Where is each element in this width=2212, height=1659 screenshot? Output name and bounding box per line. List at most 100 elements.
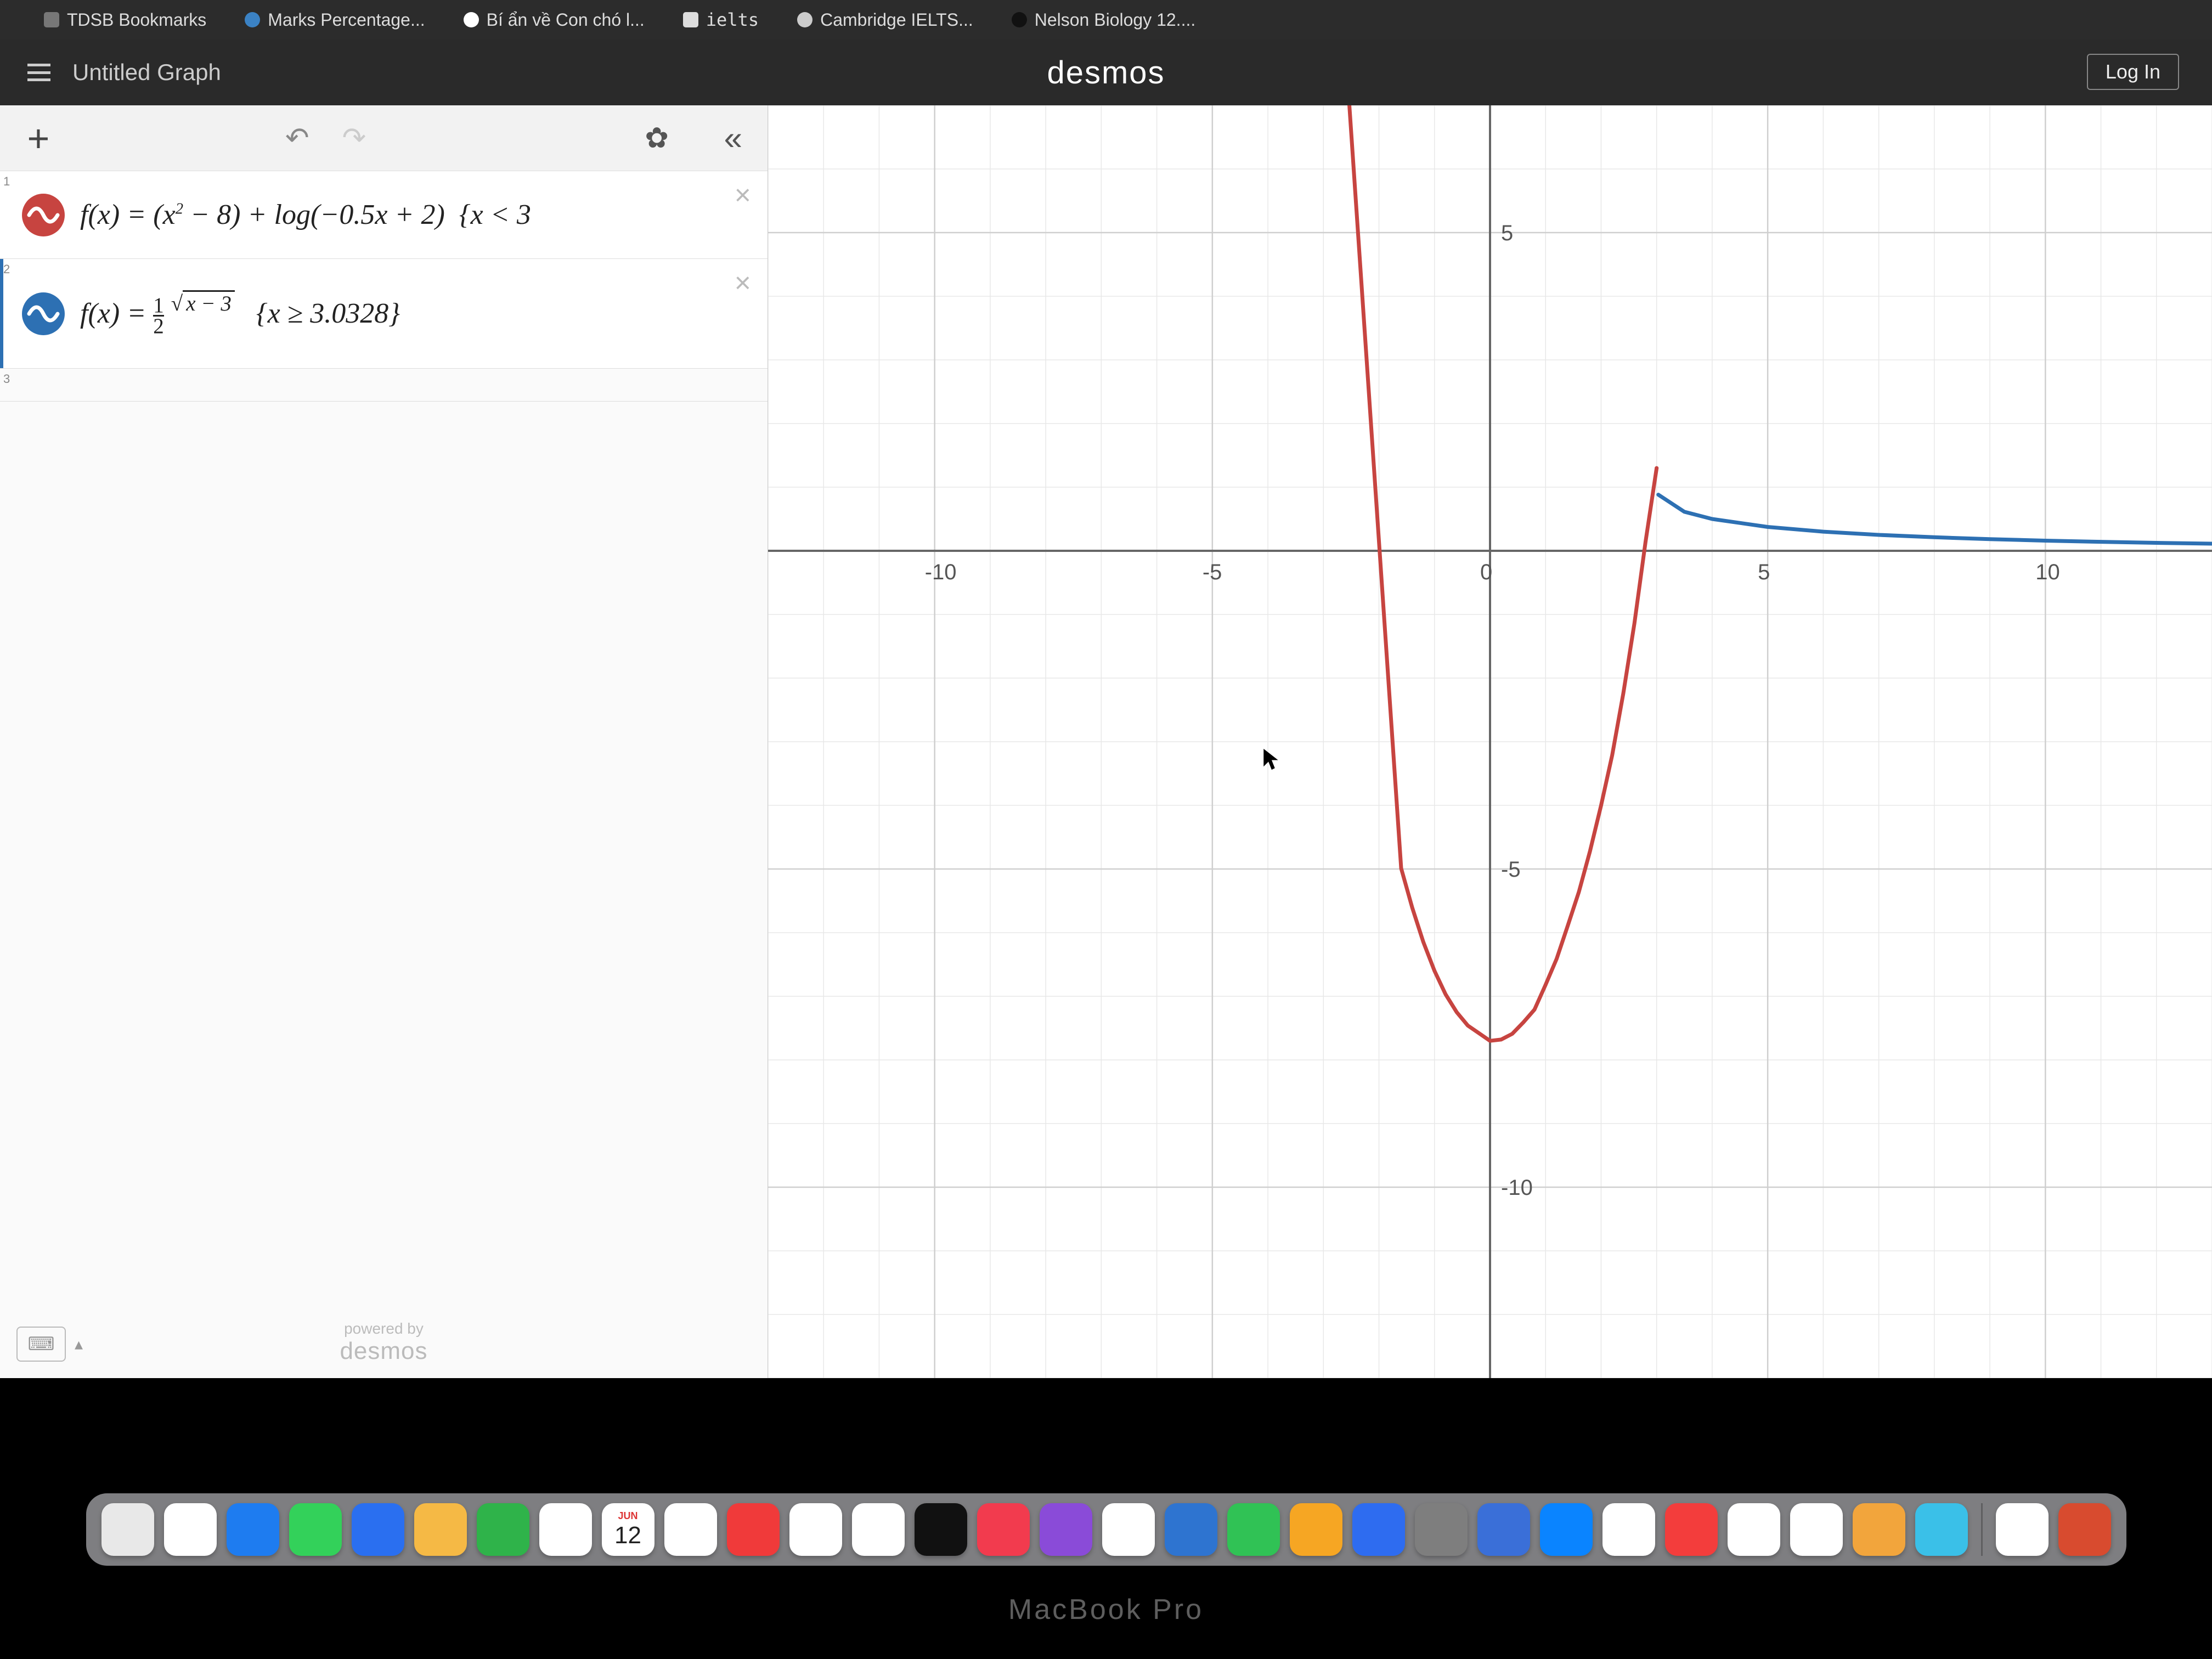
wave-icon	[27, 303, 60, 325]
bookmark-icon	[1012, 12, 1027, 27]
expression-row[interactable]: 2 f(x) = 1 2 √x − 3 {x ≥ 3.0328} ×	[0, 259, 768, 369]
dock-app-icon[interactable]	[289, 1503, 342, 1556]
expression-index: 1	[0, 171, 14, 189]
svg-text:5: 5	[1501, 221, 1513, 245]
dock-app-icon[interactable]	[1853, 1503, 1905, 1556]
svg-text:5: 5	[1758, 560, 1770, 584]
dock-app-icon[interactable]	[1290, 1503, 1342, 1556]
wave-icon	[27, 204, 60, 226]
bookmark-label: Marks Percentage...	[268, 10, 425, 30]
desmos-logo: desmos	[1047, 54, 1165, 91]
expression-index: 3	[0, 369, 14, 386]
add-expression-button[interactable]: +	[16, 116, 60, 160]
dock-app-icon[interactable]	[352, 1503, 404, 1556]
delete-expression-icon[interactable]: ×	[735, 267, 751, 300]
expression-toolbar: + ↶ ↷ ✿ «	[0, 105, 768, 171]
expression-row[interactable]: 1 f(x) = (x2 − 8) + log(−0.5x + 2) {x < …	[0, 171, 768, 259]
mouse-cursor-icon	[1262, 747, 1278, 771]
dock-app-icon[interactable]	[414, 1503, 467, 1556]
bookmark-item[interactable]: Bí ẩn về Con chó l...	[464, 10, 645, 30]
dock-app-icon[interactable]	[1165, 1503, 1217, 1556]
dock-app-icon[interactable]	[1540, 1503, 1593, 1556]
dock-app-icon[interactable]	[539, 1503, 592, 1556]
keyboard-button[interactable]: ⌨	[16, 1327, 66, 1362]
dock-app-icon[interactable]	[1227, 1503, 1280, 1556]
dock-app-icon[interactable]	[1602, 1503, 1655, 1556]
bookmark-item[interactable]: TDSB Bookmarks	[44, 10, 206, 30]
settings-icon[interactable]: ✿	[645, 122, 669, 155]
dock-separator	[1981, 1503, 1983, 1556]
dock-app-icon[interactable]	[1352, 1503, 1405, 1556]
bookmark-item[interactable]: Marks Percentage...	[245, 10, 425, 30]
dock-app-icon[interactable]	[915, 1503, 967, 1556]
dock-app-icon[interactable]	[1790, 1503, 1843, 1556]
panel-footer: ⌨ ▴ powered by desmos	[0, 1307, 768, 1378]
bookmark-icon	[44, 12, 59, 27]
expression-text[interactable]: f(x) = (x2 − 8) + log(−0.5x + 2) {x < 3	[80, 199, 531, 231]
bookmark-label: Bí ẩn về Con chó l...	[487, 10, 645, 30]
dock-app-icon[interactable]	[852, 1503, 905, 1556]
bookmark-icon	[683, 12, 698, 27]
svg-text:0: 0	[1480, 560, 1492, 584]
bookmark-label: ielts	[706, 9, 759, 30]
hardware-label: MacBook Pro	[1008, 1593, 1204, 1626]
dock-app-icon[interactable]	[664, 1503, 717, 1556]
dock-app-icon[interactable]	[1477, 1503, 1530, 1556]
bookmark-icon	[245, 12, 260, 27]
svg-text:-10: -10	[1501, 1176, 1533, 1200]
svg-text:10: 10	[2035, 560, 2060, 584]
redo-icon[interactable]: ↷	[342, 122, 366, 155]
undo-icon[interactable]: ↶	[285, 122, 309, 155]
macos-dock-region: JUN12	[0, 1445, 2212, 1566]
dock-app-icon[interactable]	[1728, 1503, 1780, 1556]
graph-canvas[interactable]: -10 -5 0 5 10 -10 -5 5	[768, 105, 2212, 1378]
dock-app-icon[interactable]	[727, 1503, 780, 1556]
powered-by-text: powered by	[340, 1320, 427, 1338]
graph-title[interactable]: Untitled Graph	[72, 59, 221, 86]
expression-index: 2	[0, 259, 14, 276]
svg-text:-5: -5	[1203, 560, 1222, 584]
bookmark-icon	[464, 12, 479, 27]
bookmark-label: TDSB Bookmarks	[67, 10, 206, 30]
expression-text[interactable]: f(x) = 1 2 √x − 3 {x ≥ 3.0328}	[80, 291, 400, 336]
dock-app-icon[interactable]	[227, 1503, 279, 1556]
bookmark-item[interactable]: ielts	[683, 9, 759, 30]
bookmark-icon	[797, 12, 812, 27]
powered-by-label: powered by desmos	[340, 1320, 427, 1365]
graph-area[interactable]: -10 -5 0 5 10 -10 -5 5	[768, 105, 2212, 1378]
dock-app-icon[interactable]	[789, 1503, 842, 1556]
dock-app-icon[interactable]	[1665, 1503, 1718, 1556]
bookmark-item[interactable]: Nelson Biology 12....	[1012, 10, 1196, 30]
app-body: + ↶ ↷ ✿ « 1 f(x) = (x2 − 8) + log(−0.5x …	[0, 105, 2212, 1378]
bookmark-item[interactable]: Cambridge IELTS...	[797, 10, 973, 30]
collapse-panel-icon[interactable]: «	[724, 119, 735, 157]
bookmark-label: Cambridge IELTS...	[820, 10, 973, 30]
dock-app-icon[interactable]	[977, 1503, 1030, 1556]
expression-color-swatch[interactable]	[22, 194, 65, 236]
svg-text:-10: -10	[925, 560, 957, 584]
dock-app-icon[interactable]	[1996, 1503, 2049, 1556]
calendar-day: 12	[614, 1522, 641, 1549]
delete-expression-icon[interactable]: ×	[735, 179, 751, 212]
menu-icon[interactable]	[27, 64, 50, 81]
dock-app-icon[interactable]	[1415, 1503, 1468, 1556]
macos-dock: JUN12	[86, 1493, 2126, 1566]
app-header: Untitled Graph desmos Log In	[0, 40, 2212, 105]
svg-text:-5: -5	[1501, 857, 1521, 882]
expression-color-swatch[interactable]	[22, 292, 65, 335]
expression-row-empty[interactable]: 3	[0, 369, 768, 402]
dock-app-icon[interactable]	[1102, 1503, 1155, 1556]
powered-by-brand: desmos	[340, 1338, 427, 1365]
bookmark-label: Nelson Biology 12....	[1035, 10, 1196, 30]
dock-app-icon[interactable]: JUN12	[602, 1503, 654, 1556]
calendar-month: JUN	[618, 1510, 637, 1522]
login-button[interactable]: Log In	[2087, 54, 2179, 90]
dock-app-icon[interactable]	[477, 1503, 529, 1556]
dock-app-icon[interactable]	[164, 1503, 217, 1556]
dock-app-icon[interactable]	[2058, 1503, 2111, 1556]
dock-app-icon[interactable]	[1915, 1503, 1968, 1556]
dock-app-icon[interactable]	[101, 1503, 154, 1556]
keyboard-caret-icon[interactable]: ▴	[75, 1335, 83, 1354]
expression-panel: + ↶ ↷ ✿ « 1 f(x) = (x2 − 8) + log(−0.5x …	[0, 105, 768, 1378]
dock-app-icon[interactable]	[1040, 1503, 1092, 1556]
